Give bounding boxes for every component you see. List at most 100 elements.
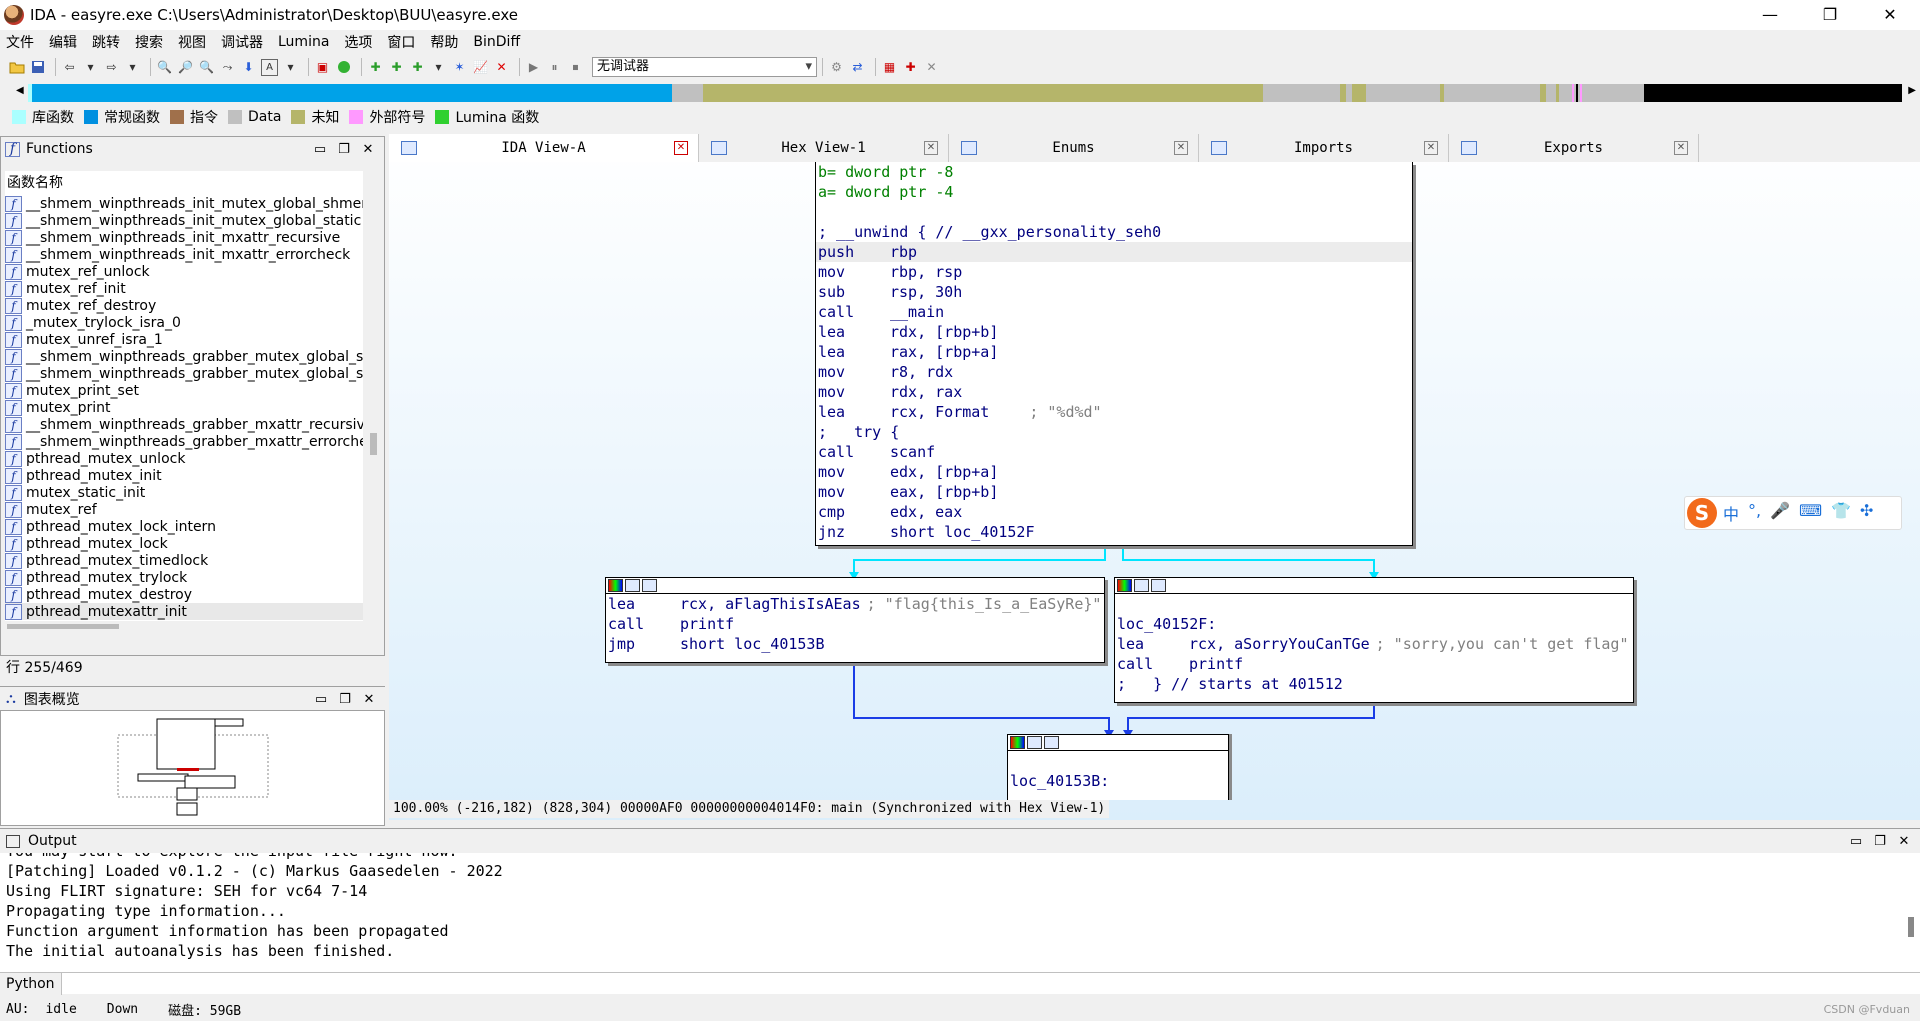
function-row[interactable]: f __shmem_winpthreads_init_mutex_global_s… [5,212,363,229]
sorry-code-block[interactable]: loc_40152F: lea rcx, aSorryYouCanTGe ; "sor… [1114,577,1634,703]
search-text-icon[interactable]: 🔍 [156,59,173,76]
function-row[interactable]: f mutex_ref [5,501,363,518]
menu-item-2[interactable]: 跳转 [92,32,120,52]
code-line[interactable]: b= dword ptr -8 [816,162,1412,182]
search-immediate-icon[interactable]: 🔍 [198,59,215,76]
code-line[interactable]: mov edx, [rbp+a] [816,462,1412,482]
block-group-icon[interactable] [642,579,657,592]
block-graph-icon[interactable] [1027,736,1042,749]
function-row[interactable]: f __shmem_winpthreads_init_mxattr_recursi… [5,229,363,246]
menu-item-10[interactable]: BinDiff [473,34,520,50]
function-row[interactable]: f pthread_mutex_destroy [5,586,363,603]
function-row[interactable]: f _mutex_trylock_isra_0 [5,314,363,331]
code-line[interactable]: loc_40152F: [1115,614,1633,634]
panel-float-icon[interactable]: ❐ [332,142,356,157]
tab-close-icon[interactable]: ✕ [674,141,688,155]
open-file-icon[interactable] [8,59,25,76]
navigation-band[interactable]: ◀ ▶ [0,82,1920,104]
menu-item-3[interactable]: 搜索 [135,32,163,52]
minimize-button[interactable]: — [1740,0,1800,30]
block-group-icon[interactable] [1044,736,1059,749]
function-row[interactable]: f mutex_ref_destroy [5,297,363,314]
play-icon[interactable]: ▶ [525,59,542,76]
menu-item-5[interactable]: 调试器 [221,32,263,52]
output-scrollbar[interactable] [1906,857,1916,965]
python-language-button[interactable]: Python [0,973,62,995]
navigation-band-bar[interactable] [28,84,1902,102]
add-struct-icon[interactable]: ✚ [388,59,405,76]
code-line[interactable]: call scanf [816,442,1412,462]
close-button[interactable]: ✕ [1860,0,1920,30]
overview-float-icon[interactable]: ❐ [333,692,357,707]
code-line[interactable] [816,202,1412,222]
block-graph-icon[interactable] [625,579,640,592]
tab-close-icon[interactable]: ✕ [1174,141,1188,155]
code-line[interactable]: cmp edx, eax [816,502,1412,522]
output-text[interactable]: You may start to explore the input file … [6,853,1896,969]
function-row[interactable]: f __shmem_winpthreads_grabber_mxattr_recu… [5,416,363,433]
search-next-icon[interactable]: ⤳ [219,59,236,76]
code-line[interactable]: mov rdx, rax [816,382,1412,402]
function-name-column-header[interactable]: 函数名称 [5,171,363,195]
function-row[interactable]: f pthread_mutex_trylock [5,569,363,586]
output-close-icon[interactable]: ✕ [1892,834,1916,849]
function-row[interactable]: f __shmem_winpthreads_grabber_mxattr_erro… [5,433,363,450]
output-float-icon[interactable]: ❐ [1868,834,1892,849]
breakpoints-icon[interactable]: ▦ [881,59,898,76]
text-mode-dropdown-icon[interactable]: ▾ [282,59,299,76]
functions-horizontal-scrollbar[interactable] [5,621,363,633]
code-line[interactable]: a= dword ptr -4 [816,182,1412,202]
attach-icon[interactable]: ⇄ [849,59,866,76]
code-line[interactable]: lea rcx, aSorryYouCanTGe ; "sorry,you can'… [1115,634,1633,654]
output-minimize-icon[interactable]: ▭ [1844,834,1868,849]
menu-item-7[interactable]: 选项 [344,32,372,52]
function-row[interactable]: f mutex_print [5,399,363,416]
remove-breakpoint-icon[interactable]: ✕ [923,59,940,76]
code-line[interactable]: call __main [816,302,1412,322]
panel-close-icon[interactable]: ✕ [356,142,380,157]
sogou-logo[interactable]: S [1687,498,1717,528]
function-row[interactable]: f __shmem_winpthreads_init_mxattr_errorch… [5,246,363,263]
code-line[interactable]: sub rsp, 30h [816,282,1412,302]
menu-item-0[interactable]: 文件 [6,32,34,52]
code-line[interactable]: mov rbp, rsp [816,262,1412,282]
nav-left-arrow-icon[interactable]: ◀ [16,85,24,96]
function-row[interactable]: f mutex_print_set [5,382,363,399]
save-icon[interactable] [29,59,46,76]
search-binary-icon[interactable]: 🔎 [177,59,194,76]
add-dropdown-icon[interactable]: ▾ [430,59,447,76]
code-line[interactable]: ; } // starts at 401512 [1115,674,1633,694]
nav-right-arrow-icon[interactable]: ▶ [1908,85,1916,96]
text-mode-icon[interactable]: A [261,58,278,76]
function-row[interactable]: f __shmem_winpthreads_init_mutex_global_s… [5,195,363,212]
add-icon[interactable]: ✚ [367,59,384,76]
debugger-select[interactable]: 无调试器 [592,57,817,77]
code-line[interactable]: mov eax, [rbp+b] [816,482,1412,502]
image-icon[interactable]: ▣ [314,59,331,76]
graph-icon[interactable]: 📈 [472,59,489,76]
function-row[interactable]: f mutex_ref_init [5,280,363,297]
graph-overview-minimap[interactable] [1,711,384,825]
function-row[interactable]: f mutex_unref_isra_1 [5,331,363,348]
end-code-block[interactable]: loc_40153B: [1007,734,1229,800]
back-dropdown-icon[interactable]: ▾ [82,59,99,76]
code-line[interactable]: mov r8, rdx [816,362,1412,382]
tab-close-icon[interactable]: ✕ [1424,141,1438,155]
code-line[interactable]: jmp short loc_40153B [606,634,1104,654]
block-color-icon[interactable] [608,579,623,592]
ime-item-5[interactable]: ✣ [1860,501,1873,525]
pause-icon[interactable]: ⏸ [546,59,563,76]
tab-imports[interactable]: Imports ✕ [1199,134,1449,162]
tab-close-icon[interactable]: ✕ [1674,141,1688,155]
tab-close-icon[interactable]: ✕ [924,141,938,155]
stop-icon[interactable]: ⏹ [567,59,584,76]
forward-dropdown-icon[interactable]: ▾ [124,59,141,76]
flag-code-block[interactable]: lea rcx, aFlagThisIsAEas ; "flag{this_Is_a… [605,577,1105,663]
code-line[interactable]: jnz short loc_40152F [816,522,1412,542]
function-row[interactable]: f __shmem_winpthreads_grabber_mutex_globa… [5,348,363,365]
code-line[interactable]: lea rdx, [rbp+b] [816,322,1412,342]
back-icon[interactable]: ⇦ [61,59,78,76]
functions-list[interactable]: 函数名称 f __shmem_winpthreads_init_mutex_glo… [5,171,363,621]
code-line[interactable]: lea rcx, aFlagThisIsAEas ; "flag{this_Is_a… [606,594,1104,614]
ime-item-4[interactable]: 👕 [1831,501,1851,525]
